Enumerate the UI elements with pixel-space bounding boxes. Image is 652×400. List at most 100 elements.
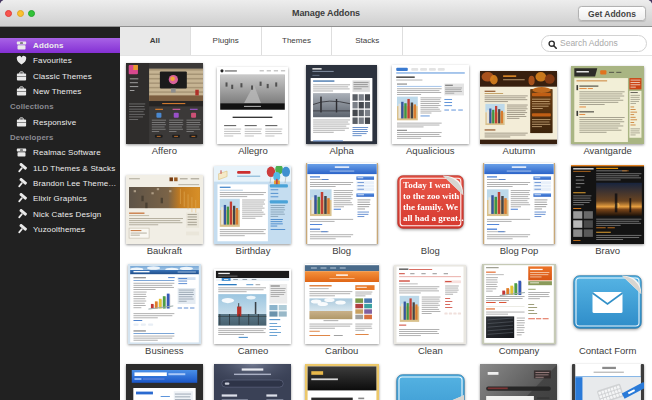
tab-themes[interactable]: Themes xyxy=(262,27,333,55)
addon-name: Avantgarde xyxy=(557,144,652,158)
addon-page-thumbnail[interactable] xyxy=(305,264,379,344)
archive-box-icon xyxy=(16,40,27,51)
addon-page-thumbnail[interactable] xyxy=(126,364,203,400)
addon-thumbnail-wrap xyxy=(475,260,564,344)
addon-cell: Blog Pop xyxy=(475,160,564,260)
tab-all[interactable]: All xyxy=(120,27,191,55)
addon-cell: Bravo xyxy=(563,160,652,260)
addon-cell xyxy=(297,360,386,400)
addon-page-thumbnail[interactable] xyxy=(394,265,466,344)
addon-page-thumbnail[interactable] xyxy=(214,166,291,244)
addon-thumbnail-wrap xyxy=(563,60,652,144)
addon-cell: Blog xyxy=(297,160,386,260)
sidebar-item-favourites[interactable]: Favourites xyxy=(0,53,120,68)
sidebar-section-collections: Collections xyxy=(0,99,120,114)
addon-cell xyxy=(209,360,298,400)
addon-page-thumbnail[interactable] xyxy=(217,67,288,144)
sidebar-item-brandon-lee-theme-[interactable]: Brandon Lee Theme… xyxy=(0,176,120,191)
sidebar-item-realmac-software[interactable]: Realmac Software xyxy=(0,145,120,160)
titlebar: Manage Addons Get Addons xyxy=(0,0,652,27)
sidebar-item-label: Elixir Graphics xyxy=(33,194,87,203)
addon-name: Bravo xyxy=(557,244,652,258)
tab-stacks[interactable]: Stacks xyxy=(332,27,403,55)
addon-thumbnail-wrap xyxy=(209,360,298,400)
addon-name: Alpha xyxy=(291,144,392,158)
addon-page-thumbnail[interactable] xyxy=(480,364,557,400)
addon-cell: Cameo xyxy=(209,260,298,360)
window-title: Manage Addons xyxy=(0,0,652,26)
addon-cell: Today I wento the zoo withthe family. We… xyxy=(386,160,475,260)
addon-cell xyxy=(386,360,475,400)
addon-thumbnail-wrap xyxy=(475,60,564,144)
hammer-icon xyxy=(16,163,27,174)
addon-thumbnail-wrap xyxy=(120,160,209,244)
addon-icon-thumbnail[interactable]: Today I wento the zoo withthe family. We… xyxy=(397,175,464,229)
addon-page-thumbnail[interactable] xyxy=(214,269,291,344)
addon-cell: Contact Form xyxy=(563,260,652,360)
sidebar-section-label: Collections xyxy=(10,102,54,111)
search-input[interactable]: Search Addons xyxy=(541,35,647,52)
addon-name: Autumn xyxy=(469,144,570,158)
addon-cell: Company xyxy=(475,260,564,360)
addon-thumbnail-wrap xyxy=(386,260,475,344)
addon-cell: Baukraft xyxy=(120,160,209,260)
svg-text:all had a great…: all had a great… xyxy=(403,213,464,223)
sidebar-item-nick-cates-design[interactable]: Nick Cates Design xyxy=(0,207,120,222)
sidebar-section-label: Developers xyxy=(10,133,54,142)
addon-page-thumbnail[interactable] xyxy=(214,364,291,400)
sidebar-item-new-themes[interactable]: New Themes xyxy=(0,84,120,99)
get-addons-button[interactable]: Get Addons xyxy=(578,6,646,22)
case-icon xyxy=(16,117,27,128)
addon-thumbnail-wrap xyxy=(120,260,209,344)
addon-page-thumbnail[interactable] xyxy=(483,163,555,244)
search-icon xyxy=(548,40,557,49)
addon-page-thumbnail[interactable] xyxy=(571,66,644,144)
addon-page-thumbnail[interactable] xyxy=(480,71,557,144)
addon-page-thumbnail[interactable] xyxy=(482,264,556,344)
sidebar-item-label: 1LD Themes & Stacks xyxy=(33,164,115,173)
addon-thumbnail-wrap xyxy=(297,360,386,400)
sidebar-item-label: Classic Themes xyxy=(33,72,92,81)
addon-icon-thumbnail[interactable] xyxy=(396,374,465,400)
addon-cell xyxy=(475,360,564,400)
sidebar-item-label: Brandon Lee Theme… xyxy=(33,179,117,188)
addon-thumbnail-wrap xyxy=(563,160,652,244)
sidebar-item-responsive[interactable]: Responsive xyxy=(0,115,120,130)
addon-thumbnail-wrap xyxy=(475,160,564,244)
addon-thumbnail-wrap xyxy=(475,360,564,400)
addon-name: Company xyxy=(469,344,570,358)
sidebar-item-1ld-themes-stacks[interactable]: 1LD Themes & Stacks xyxy=(0,161,120,176)
addon-page-thumbnail[interactable] xyxy=(571,165,644,244)
hammer-icon xyxy=(16,178,27,189)
addon-thumbnail-wrap xyxy=(209,60,298,144)
addon-page-thumbnail[interactable] xyxy=(128,264,201,344)
sidebar-item-yuzoolthemes[interactable]: Yuzoolthemes xyxy=(0,222,120,237)
addon-name: Blog Pop xyxy=(469,244,570,258)
addon-page-thumbnail[interactable] xyxy=(126,63,203,144)
sidebar-item-classic-themes[interactable]: Classic Themes xyxy=(0,68,120,83)
addon-page-thumbnail[interactable] xyxy=(306,65,377,144)
addon-icon-thumbnail[interactable] xyxy=(573,275,642,329)
manage-addons-window: Manage Addons Get Addons Addons Favourit… xyxy=(0,0,652,400)
addon-page-thumbnail[interactable] xyxy=(572,364,644,400)
addon-thumbnail-wrap xyxy=(209,260,298,344)
addon-thumbnail-wrap xyxy=(386,60,475,144)
addon-cell: Aqualicious xyxy=(386,60,475,160)
addon-cell: Birthday xyxy=(209,160,298,260)
sidebar-item-label: Realmac Software xyxy=(33,148,101,157)
heart-icon xyxy=(16,55,27,66)
case-icon xyxy=(16,71,27,82)
addon-page-thumbnail[interactable] xyxy=(126,175,203,244)
sidebar-item-addons[interactable]: Addons xyxy=(0,38,120,53)
addon-thumbnail-wrap xyxy=(120,360,209,400)
sidebar: Addons Favourites Classic Themes New The… xyxy=(0,27,120,400)
addon-page-thumbnail[interactable] xyxy=(392,65,469,144)
sidebar-item-elixir-graphics[interactable]: Elixir Graphics xyxy=(0,191,120,206)
tab-plugins[interactable]: Plugins xyxy=(191,27,262,55)
hammer-icon xyxy=(16,193,27,204)
search-placeholder: Search Addons xyxy=(560,36,618,51)
sidebar-item-label: New Themes xyxy=(33,87,81,96)
sidebar-item-label: Responsive xyxy=(33,118,76,127)
addon-page-thumbnail[interactable] xyxy=(306,163,378,244)
addon-page-thumbnail[interactable] xyxy=(305,364,379,400)
